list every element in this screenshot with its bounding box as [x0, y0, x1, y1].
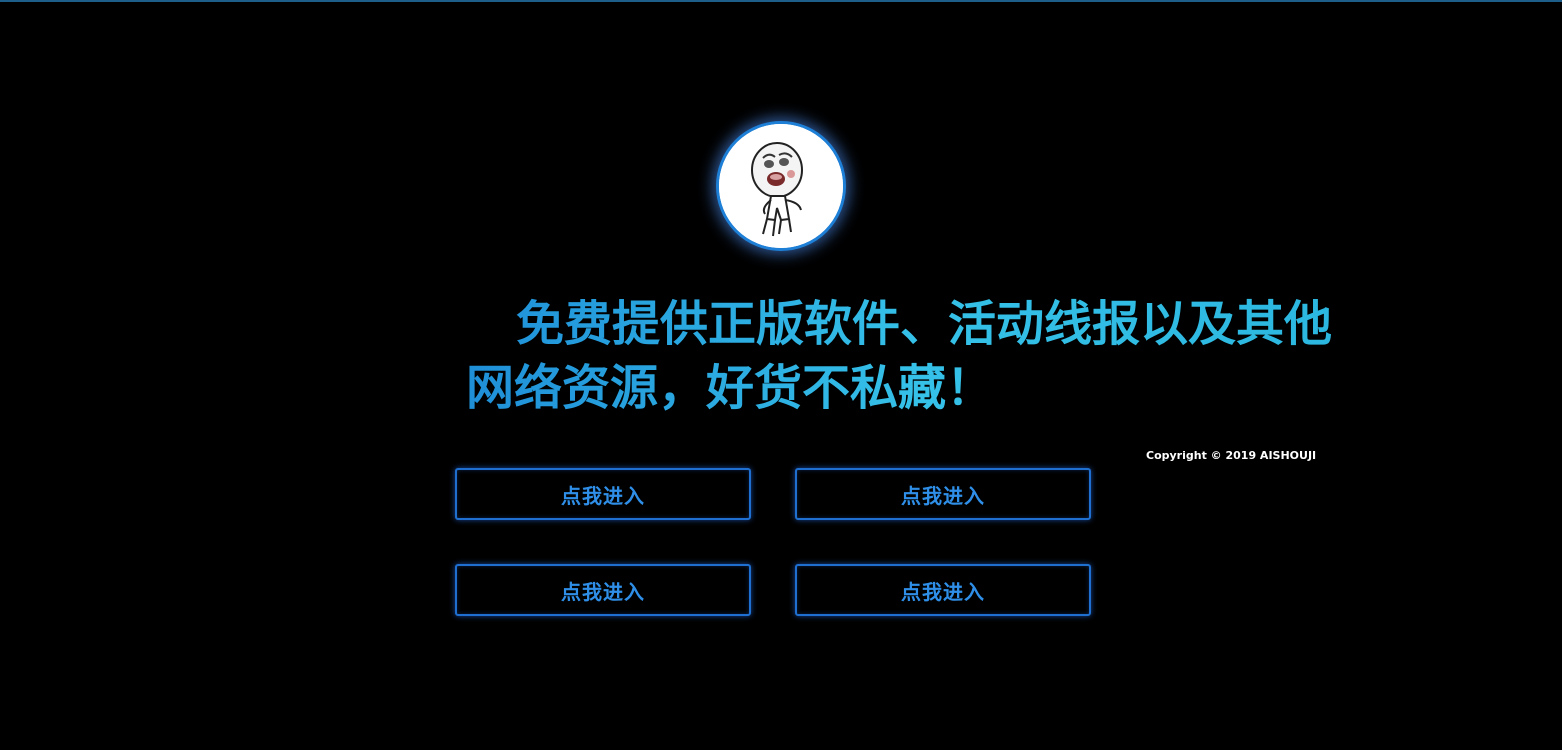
copyright-text: Copyright © 2019 AISHOUJI	[1146, 449, 1317, 462]
enter-button-2[interactable]: 点我进入	[795, 468, 1091, 520]
enter-button-4[interactable]: 点我进入	[795, 564, 1091, 616]
headline-text: 免费提供正版软件、活动线报以及其他网络资源，好货不私藏！	[466, 292, 1366, 420]
landing-page: 免费提供正版软件、活动线报以及其他网络资源，好货不私藏！ Copyright ©…	[0, 0, 1562, 750]
enter-button-3[interactable]: 点我进入	[455, 564, 751, 616]
meme-face-avatar-icon	[719, 124, 843, 248]
enter-button-1[interactable]: 点我进入	[455, 468, 751, 520]
avatar	[716, 121, 846, 251]
